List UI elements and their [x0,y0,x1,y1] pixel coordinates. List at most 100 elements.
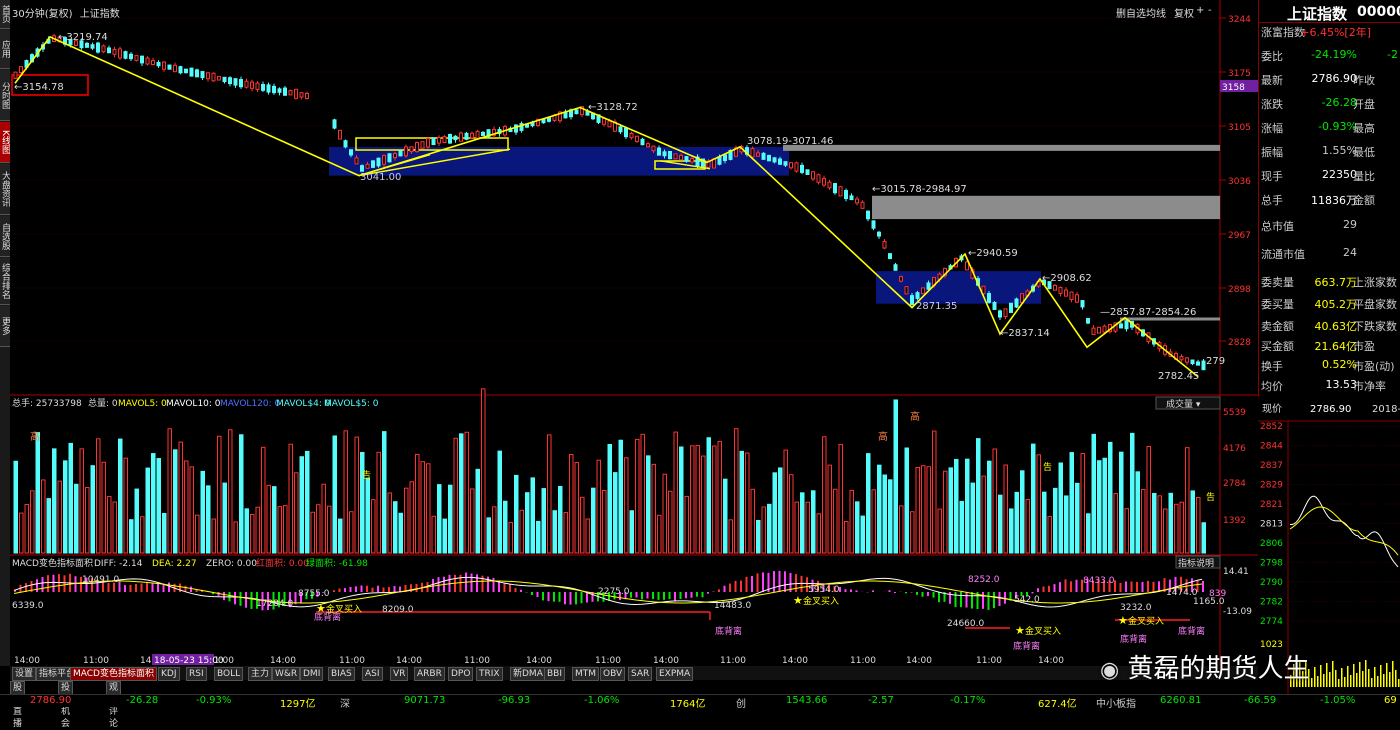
tab-indicator[interactable]: DPO [448,667,473,681]
sidebar-item-6[interactable]: 综合排名 [0,258,10,305]
tab-indicator[interactable]: KDJ [158,667,180,681]
tab-bottom[interactable]: 观点评论 [106,681,121,695]
tab-indicator[interactable]: W&R [272,667,300,681]
price-annotation: ←2908.62 [1042,273,1092,284]
volume-bar [284,506,288,553]
price-tick: 3244 [1228,15,1251,25]
volume-bar [130,520,134,553]
volume-bar [790,475,794,553]
toolbar-button-1[interactable]: 均线 [1146,5,1166,20]
candle [757,153,760,156]
candle [1186,358,1189,362]
macd-bar [53,575,55,592]
candle [399,151,402,156]
volume-bar [223,483,227,553]
candle [608,121,611,127]
macd-bar [850,589,852,592]
kline-chart[interactable]: 32443175310530362967289828283158←3219.74… [10,0,1258,666]
candle [806,170,809,175]
macd-bar [234,592,236,604]
tab-indicator[interactable]: SAR [628,667,652,681]
macd-bar [669,592,671,599]
volume-bar [702,456,706,553]
volume-bar [856,502,860,553]
tab-indicator[interactable]: DMI [300,667,323,681]
sidebar-item-0[interactable]: 首页 [0,0,10,29]
macd-bar [168,583,170,592]
tab-indicator[interactable]: TRIX [476,667,503,681]
tab-indicator[interactable]: BIAS [328,667,355,681]
candle [333,120,336,128]
sidebar-item-2[interactable]: 分时图 [0,70,10,121]
toolbar-button-0[interactable]: 删自选 [1116,5,1146,20]
volume-bar [262,447,266,553]
quote-row: 涨富指数+6.45%[2年] [1259,24,1400,46]
svg-text:高: 高 [910,410,920,423]
tab-indicator[interactable]: 设置 [12,667,36,681]
candle [438,138,441,143]
tab-indicator[interactable]: VR [390,667,408,681]
candle [454,136,457,139]
sidebar-item-3[interactable]: K线图 [0,122,10,163]
svg-text:5539: 5539 [1223,408,1246,418]
candle [669,151,672,158]
candle [460,133,463,141]
tab-indicator[interactable]: 主力 [248,667,272,681]
tab-indicator[interactable]: RSI [186,667,207,681]
volume-bar [53,449,57,553]
price-annotation: ←2837.14 [1000,328,1050,339]
sidebar-item-7[interactable]: 更多 [0,306,10,347]
macd-bar [724,586,726,592]
tab-indicator[interactable]: OBV [600,667,625,681]
tab-indicator[interactable]: 新DMA [510,667,546,681]
chart-header: 30分钟(复权) 上证指数 [12,5,120,20]
candle [1004,309,1007,317]
svg-text:金叉买入: 金叉买入 [803,595,839,607]
candle [685,157,688,162]
tab-bottom[interactable]: 投资机会 [58,681,73,695]
tab-indicator[interactable]: BBI [544,667,565,681]
tab-indicator[interactable]: MTM [572,667,599,681]
candle [1202,361,1205,370]
sidebar-item-1[interactable]: 应用 [0,30,10,69]
macd-bar [988,592,990,610]
macd-bar [1153,582,1155,592]
macd-bar [916,592,918,595]
tab-bottom[interactable]: 股市直播 [10,681,25,695]
toolbar-button-2[interactable]: 复权 [1174,5,1194,20]
ticker-value: -26.28 [126,695,158,706]
candle [86,43,89,47]
tab-indicator[interactable]: MACD变色指标面积 [70,667,157,681]
volume-bar [218,436,222,553]
svg-text:14:00: 14:00 [396,656,422,666]
tab-indicator[interactable]: ASI [362,667,383,681]
ticker-value: 1297亿 [280,695,315,710]
candle [724,155,727,161]
svg-text:14:00: 14:00 [14,656,40,666]
candle [212,73,215,81]
svg-text:2784: 2784 [1223,479,1246,489]
sidebar-item-4[interactable]: 大盘资讯 [0,164,10,215]
candle [113,49,116,54]
volume-bar [240,435,244,553]
volume-bar [1065,496,1069,553]
svg-text:2837: 2837 [1260,461,1283,471]
volume-bar [97,439,101,553]
volume-bar [894,400,898,553]
toolbar-button-4[interactable]: - [1208,5,1212,16]
volume-bar [801,493,805,553]
svg-text:11:00: 11:00 [83,656,109,666]
candle [911,296,914,305]
volume-bar [339,519,343,553]
toolbar-button-3[interactable]: + [1196,5,1204,16]
macd-bar [537,592,539,597]
tab-indicator[interactable]: ARBR [414,667,445,681]
sidebar-item-5[interactable]: 自选股 [0,216,10,257]
macd-bar [36,579,38,592]
svg-text:2790: 2790 [1260,578,1283,588]
tab-indicator[interactable]: BOLL [214,667,243,681]
macd-label: 17284.0 [256,599,293,609]
tab-indicator[interactable]: EXPMA [656,667,693,681]
macd-bar [366,586,368,592]
candle [372,161,375,167]
